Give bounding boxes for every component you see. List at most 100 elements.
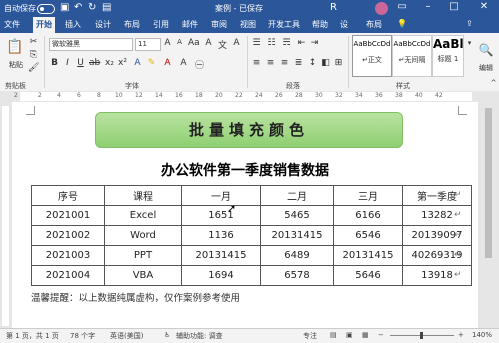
table-cell[interactable]: 5465 bbox=[260, 205, 334, 226]
font-name-select[interactable]: 微软雅黑 bbox=[49, 38, 133, 51]
page-count[interactable]: 第 1 页，共 1 页 bbox=[6, 331, 59, 341]
accessibility-status[interactable]: 辅助功能: 调查 bbox=[176, 331, 223, 341]
table-cell[interactable]: 1694 bbox=[181, 265, 261, 286]
table-cell[interactable]: 20131415 bbox=[260, 225, 334, 246]
table-cell[interactable]: 20131415 bbox=[181, 245, 261, 266]
bold-icon[interactable]: B bbox=[49, 58, 60, 68]
table-cell[interactable]: 6578 bbox=[260, 265, 334, 286]
collapse-ribbon-icon[interactable]: ^ bbox=[488, 79, 499, 87]
style-heading-1[interactable]: AaBl 标题 1 bbox=[432, 35, 464, 77]
focus-mode-button[interactable]: 专注 bbox=[303, 331, 317, 341]
tab-view[interactable]: 视图 bbox=[240, 19, 256, 30]
paste-icon[interactable]: 📋 bbox=[6, 39, 24, 55]
zoom-level[interactable]: 140% bbox=[472, 331, 492, 339]
italic-icon[interactable]: I bbox=[62, 58, 73, 68]
table-header-cell[interactable]: 三月 bbox=[333, 185, 403, 206]
table-cell[interactable]: 20131415 bbox=[333, 245, 403, 266]
ribbon-options-icon[interactable]: ▭ bbox=[394, 1, 410, 15]
table-cell[interactable]: VBA bbox=[104, 265, 182, 286]
char-border-icon[interactable]: A bbox=[231, 38, 242, 48]
table-cell[interactable]: 6546 bbox=[333, 225, 403, 246]
save-icon[interactable]: ▣ bbox=[60, 2, 69, 13]
table-cell[interactable]: 6489 bbox=[260, 245, 334, 266]
grow-font-icon[interactable]: A bbox=[162, 38, 173, 48]
tab-insert[interactable]: 插入 bbox=[65, 19, 81, 30]
tab-mailings[interactable]: 邮件 bbox=[182, 19, 198, 30]
table-cell[interactable]: 2021003 bbox=[31, 245, 105, 266]
style-normal[interactable]: AaBbCcDd ↵正文 bbox=[352, 35, 392, 77]
lightbulb-icon[interactable]: 💡 bbox=[397, 19, 407, 28]
strikethrough-icon[interactable]: ab bbox=[89, 58, 100, 68]
table-cell[interactable]: 2021002 bbox=[31, 225, 105, 246]
clear-format-icon[interactable]: A bbox=[203, 38, 214, 48]
tab-table-layout[interactable]: 布局 bbox=[366, 19, 382, 30]
table-cell[interactable]: 1136 bbox=[181, 225, 261, 246]
table-cell[interactable]: 2021004 bbox=[31, 265, 105, 286]
change-case-icon[interactable]: Aa bbox=[188, 38, 200, 48]
phonetic-icon[interactable]: 文 bbox=[217, 38, 228, 51]
banner-shape[interactable]: 批量填充颜色 bbox=[95, 112, 403, 148]
tab-file[interactable]: 文件 bbox=[4, 19, 20, 30]
format-painter-icon[interactable]: 🖌 bbox=[28, 63, 39, 73]
align-left-icon[interactable]: ≡ bbox=[251, 58, 262, 68]
minimize-button[interactable]: – bbox=[420, 1, 436, 15]
horizontal-ruler[interactable]: 2 2 4 6 8 10 12 14 16 18 20 22 24 26 28 … bbox=[0, 91, 499, 102]
word-count[interactable]: 78 个字 bbox=[70, 331, 95, 341]
document-page[interactable]: 批量填充颜色 办公软件第一季度销售数据 序号 课程 一月 二月 三月 第一季度 … bbox=[12, 102, 478, 328]
share-icon[interactable]: ⇪ bbox=[466, 19, 473, 28]
table-header-cell[interactable]: 课程 bbox=[104, 185, 182, 206]
table-cell[interactable]: 5646 bbox=[333, 265, 403, 286]
table-header-cell[interactable]: 序号 bbox=[31, 185, 105, 206]
web-layout-icon[interactable]: ▦ bbox=[362, 331, 369, 339]
accessibility-icon[interactable]: ♿ bbox=[164, 331, 170, 339]
align-center-icon[interactable]: ≡ bbox=[265, 58, 276, 68]
increase-indent-icon[interactable]: ⇥ bbox=[309, 38, 320, 48]
read-mode-icon[interactable]: ▤ bbox=[330, 331, 337, 339]
borders-icon[interactable]: ⊞ bbox=[333, 58, 344, 68]
zoom-out-icon[interactable]: − bbox=[378, 331, 384, 339]
highlight-icon[interactable]: ✎ bbox=[146, 58, 157, 68]
tab-table-design[interactable]: 设 bbox=[340, 19, 348, 30]
align-right-icon[interactable]: ≡ bbox=[279, 58, 290, 68]
table-cell[interactable]: 6166 bbox=[333, 205, 403, 226]
close-button[interactable]: ✕ bbox=[476, 1, 492, 15]
multilevel-list-icon[interactable]: ☴ bbox=[281, 38, 292, 48]
superscript-icon[interactable]: x² bbox=[117, 58, 128, 68]
underline-icon[interactable]: U bbox=[75, 58, 86, 68]
shrink-font-icon[interactable]: A bbox=[174, 38, 185, 46]
zoom-slider-thumb[interactable] bbox=[420, 332, 423, 339]
numbering-icon[interactable]: ☷ bbox=[266, 38, 277, 48]
undo-icon[interactable]: ↶ bbox=[74, 2, 82, 13]
tab-developer[interactable]: 开发工具 bbox=[268, 19, 300, 30]
table-cell[interactable]: PPT bbox=[104, 245, 182, 266]
print-layout-icon[interactable]: ▣ bbox=[346, 331, 353, 339]
tab-review[interactable]: 审阅 bbox=[211, 19, 227, 30]
bullets-icon[interactable]: ☰ bbox=[251, 38, 262, 48]
subscript-icon[interactable]: x₂ bbox=[104, 58, 115, 68]
language-indicator[interactable]: 英语(美国) bbox=[110, 331, 143, 341]
maximize-button[interactable]: □ bbox=[446, 1, 462, 15]
copy-icon[interactable]: ⎘ bbox=[28, 50, 39, 60]
tab-help[interactable]: 帮助 bbox=[312, 19, 328, 30]
decrease-indent-icon[interactable]: ⇤ bbox=[296, 38, 307, 48]
redo-icon[interactable]: ↻ bbox=[88, 2, 96, 13]
tab-home[interactable]: 开始 bbox=[33, 17, 55, 33]
justify-icon[interactable]: ≣ bbox=[293, 58, 304, 68]
enclose-char-icon[interactable]: ㊀ bbox=[194, 58, 205, 71]
tab-layout[interactable]: 布局 bbox=[124, 19, 140, 30]
vertical-ruler[interactable] bbox=[0, 102, 11, 328]
avatar[interactable] bbox=[375, 2, 388, 15]
scrollbar-thumb[interactable] bbox=[485, 108, 492, 258]
style-no-spacing[interactable]: AaBbCcDd ↵无间隔 bbox=[392, 35, 432, 77]
line-spacing-icon[interactable]: ↕ bbox=[307, 58, 318, 68]
table-cell[interactable]: Word bbox=[104, 225, 182, 246]
find-icon[interactable]: 🔍 bbox=[478, 43, 494, 57]
table-cell[interactable]: 2021001 bbox=[31, 205, 105, 226]
tab-design[interactable]: 设计 bbox=[95, 19, 111, 30]
autosave-toggle[interactable] bbox=[37, 4, 55, 14]
styles-gallery-more-icon[interactable]: ▾ bbox=[464, 39, 475, 47]
paste-button[interactable]: 粘贴 bbox=[7, 60, 25, 70]
tab-references[interactable]: 引用 bbox=[153, 19, 169, 30]
text-effects-icon[interactable]: A bbox=[132, 58, 143, 68]
zoom-in-icon[interactable]: + bbox=[458, 331, 464, 339]
